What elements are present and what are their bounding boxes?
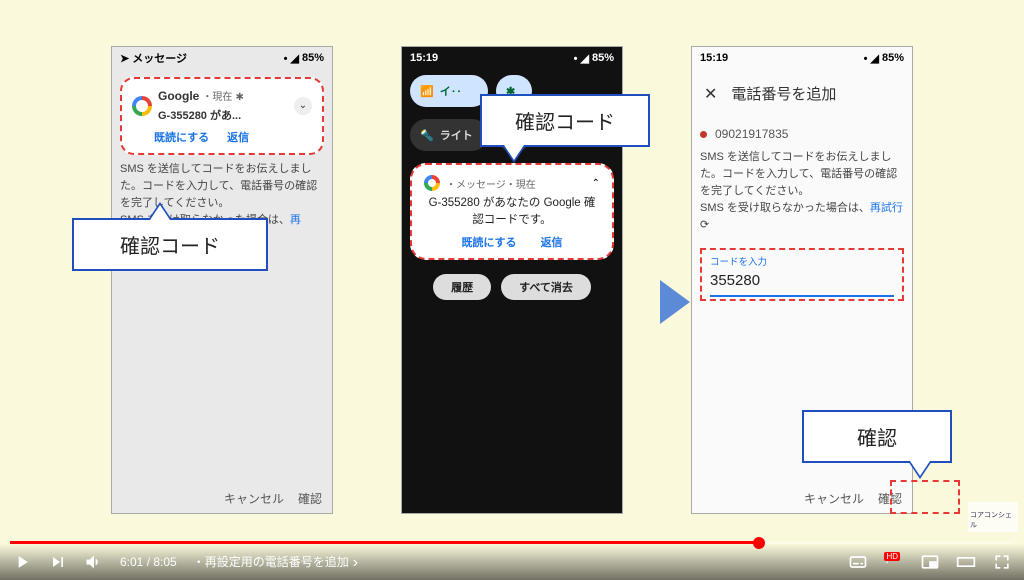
next-button[interactable] [48,552,68,572]
play-button[interactable] [12,552,32,572]
callout-confirm-code-1: 確認コード [72,218,268,271]
notif-message: G-355280 があ... [158,108,244,125]
status-time: 15:19 [410,52,438,64]
notif-header-line: ・メッセージ・現在 [446,176,536,191]
video-player: ➤ メッセージ • ◢ 85% Google ・現在 ✱ G-355280 があ… [0,0,1024,580]
notif-time: ・現在 [202,92,232,103]
miniplayer-button[interactable] [920,552,940,572]
code-input-value: 355280 [710,270,894,297]
notification-card[interactable]: Google ・現在 ✱ G-355280 があ... ⌄ 既読にする 返信 [120,77,324,155]
status-right: • ◢ 85% [574,52,614,65]
slide-canvas: ➤ メッセージ • ◢ 85% Google ・現在 ✱ G-355280 があ… [0,0,1024,580]
status-app-label: ➤ メッセージ [120,50,187,66]
google-icon [132,96,152,116]
theater-button[interactable] [956,552,976,572]
chapter-title[interactable]: ・再設定用の電話番号を追加 [193,553,358,571]
code-input-box[interactable]: コードを入力 355280 [700,248,904,301]
status-time: 15:19 [700,52,728,64]
callout-confirm-code-2: 確認コード [480,94,650,147]
volume-button[interactable] [84,552,104,572]
reply-action[interactable]: 返信 [227,130,249,147]
mark-read-action[interactable]: 既読にする [461,234,516,250]
phone-1: ➤ メッセージ • ◢ 85% Google ・現在 ✱ G-355280 があ… [111,46,333,514]
fullscreen-button[interactable] [992,552,1012,572]
reply-action[interactable]: 返信 [541,234,563,250]
player-controls: 6:01 / 8:05 ・再設定用の電話番号を追加 HD [0,544,1024,580]
history-chip[interactable]: 履歴 [433,274,491,300]
subtitles-button[interactable] [848,552,868,572]
google-icon [424,175,440,191]
confirm-button[interactable]: 確認 [298,490,322,507]
settings-button[interactable]: HD [884,552,904,572]
mark-read-action[interactable]: 既読にする [154,130,209,147]
qs-light-chip[interactable]: 🔦 ライト [410,119,488,151]
chevron-up-icon[interactable]: ⌃ [592,178,600,189]
arrow-icon [660,280,690,324]
retry-link[interactable]: 再試行 [870,202,903,214]
status-bar: ➤ メッセージ • ◢ 85% [112,47,332,69]
time-display: 6:01 / 8:05 [120,555,177,569]
body-text: SMS を送信してコードをお伝えしました。コードを入力して、電話番号の確認を完了… [700,149,904,200]
channel-watermark[interactable]: コアコンシェル [968,502,1018,532]
page-title: 電話番号を追加 [731,84,836,107]
code-input-label: コードを入力 [710,256,894,270]
cancel-button[interactable]: キャンセル [804,490,864,507]
notif-app-name: Google [158,89,199,103]
phone-number-row: 09021917835 [700,125,904,143]
body-text-2: SMS を受け取らなかった場合は、再試行 ⟳ [700,200,904,234]
cancel-button[interactable]: キャンセル [224,490,284,507]
qs-internet-chip[interactable]: 📶 イ‥ [410,75,488,107]
notification-card[interactable]: ・メッセージ・現在 ⌃ G-355280 があなたの Google 確認コードで… [410,163,614,260]
status-bar: 15:19 • ◢ 85% [692,47,912,69]
confirm-highlight-box [890,480,960,514]
clear-all-chip[interactable]: すべて消去 [501,274,591,300]
chevron-down-icon[interactable]: ⌄ [294,97,312,115]
close-icon[interactable]: ✕ [704,83,717,107]
notif-body-text: G-355280 があなたの Google 確認コードです。 [424,195,600,230]
status-right: • ◢ 85% [284,52,324,65]
status-bar: 15:19 • ◢ 85% [402,47,622,69]
callout-confirm: 確認 [802,410,952,463]
status-right: • ◢ 85% [864,52,904,65]
